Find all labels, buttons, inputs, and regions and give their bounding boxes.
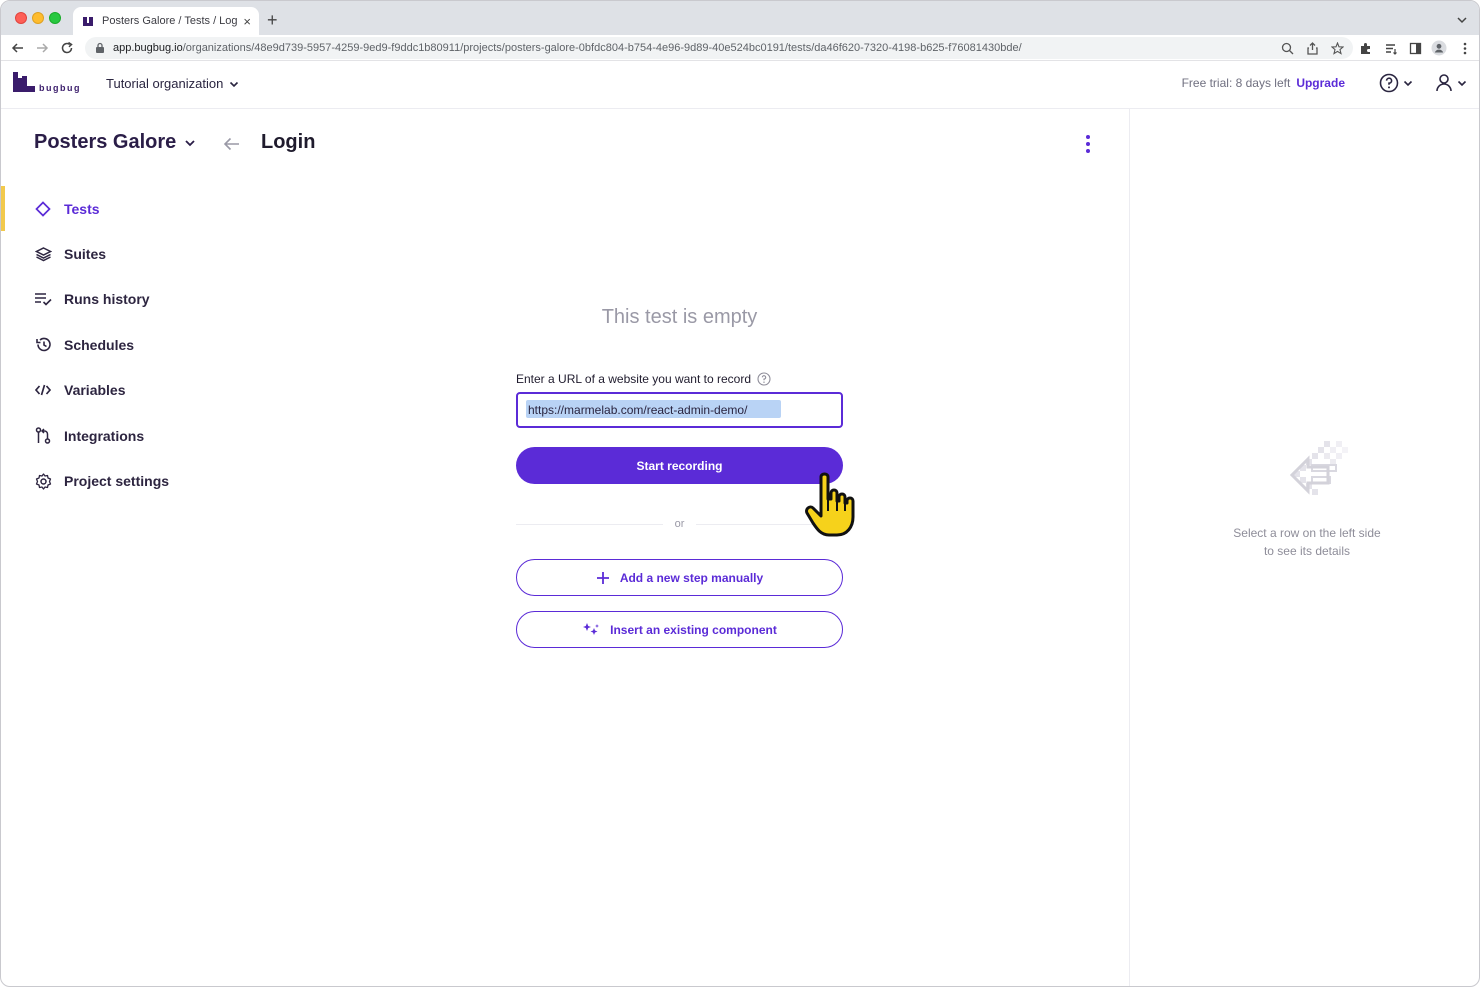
sidebar-item-label: Project settings: [64, 473, 170, 490]
gear-icon: [34, 472, 52, 490]
or-divider: or: [516, 515, 843, 533]
page-title: Login: [261, 131, 316, 153]
lock-icon: [95, 42, 105, 54]
sidebar-nav: Tests Suites Runs history Schedules Vari…: [1, 186, 221, 504]
browser-window: Posters Galore / Tests / Login · × + app…: [0, 0, 1480, 987]
close-tab-icon[interactable]: ×: [243, 15, 251, 28]
empty-state-title: This test is empty: [601, 306, 758, 328]
sidebar-item-project-settings[interactable]: Project settings: [1, 458, 221, 503]
hand-pointer-cursor-icon: [805, 472, 855, 537]
new-tab-button[interactable]: +: [267, 11, 278, 29]
sidebar-item-label: Runs history: [64, 291, 150, 308]
chevron-down-icon: [1403, 80, 1413, 87]
tab-search-chevron-icon[interactable]: [1457, 12, 1467, 24]
chevron-down-icon: [1457, 80, 1467, 87]
insert-component-button[interactable]: Insert an existing component: [516, 611, 843, 648]
details-hint-line1: Select a row on the left side: [1233, 526, 1381, 540]
sidebar-item-integrations[interactable]: Integrations: [1, 413, 221, 458]
sparkle-component-icon: [583, 622, 600, 635]
url-path: /organizations/48e9d739-5957-4259-9ed9-f…: [182, 42, 1022, 54]
organization-switcher[interactable]: Tutorial organization: [106, 76, 239, 91]
close-window-button[interactable]: [15, 12, 27, 24]
reading-list-icon[interactable]: [1383, 40, 1399, 56]
diamond-icon: [34, 200, 52, 218]
browser-toolbar: app.bugbug.io/organizations/48e9d739-595…: [1, 35, 1479, 61]
help-menu-button[interactable]: [1379, 73, 1413, 93]
zoom-icon[interactable]: [1279, 40, 1295, 56]
app-header: bugbug Tutorial organization Free trial:…: [1, 61, 1479, 109]
bugbug-favicon-icon: [83, 15, 95, 27]
bookmark-star-icon[interactable]: [1329, 40, 1345, 56]
forward-icon[interactable]: [34, 40, 50, 56]
sidebar-item-label: Integrations: [64, 427, 145, 444]
minimize-window-button[interactable]: [32, 12, 44, 24]
details-panel: Select a row on the left side to see its…: [1129, 109, 1479, 986]
start-recording-button[interactable]: Start recording: [516, 447, 843, 484]
more-options-icon[interactable]: [1079, 133, 1097, 155]
layers-icon: [34, 245, 52, 263]
url-label-text: Enter a URL of a website you want to rec…: [516, 372, 752, 386]
browser-tab-strip: Posters Galore / Tests / Login · × +: [1, 1, 1479, 35]
side-panel-icon[interactable]: [1407, 40, 1423, 56]
sidebar-item-label: Schedules: [64, 336, 135, 353]
trial-text: Free trial: 8 days left: [1181, 76, 1291, 90]
browser-tab[interactable]: Posters Galore / Tests / Login · ×: [73, 7, 259, 35]
sidebar-item-suites[interactable]: Suites: [1, 231, 221, 276]
list-check-icon: [34, 290, 52, 308]
logo-text: bugbug: [39, 83, 81, 93]
url-field-label: Enter a URL of a website you want to rec…: [516, 372, 771, 386]
history-clock-icon: [34, 336, 52, 354]
git-branch-icon: [34, 427, 52, 445]
url-text: app.bugbug.io/organizations/48e9d739-595…: [113, 42, 1022, 54]
bugbug-logo-icon: [13, 72, 35, 92]
sidebar-item-label: Tests: [64, 200, 100, 217]
sidebar-item-runs-history[interactable]: Runs history: [1, 277, 221, 322]
user-icon: [1436, 74, 1452, 92]
add-step-manually-button[interactable]: Add a new step manually: [516, 559, 843, 596]
sidebar-item-label: Suites: [64, 246, 107, 263]
browser-menu-icon[interactable]: [1457, 40, 1473, 56]
maximize-window-button[interactable]: [49, 12, 61, 24]
record-url-input[interactable]: [516, 392, 843, 428]
insert-component-label: Insert an existing component: [610, 622, 777, 637]
bugbug-logo[interactable]: bugbug: [13, 72, 81, 94]
sidebar-item-schedules[interactable]: Schedules: [1, 322, 221, 367]
help-circle-icon[interactable]: [757, 372, 771, 386]
divider-line: [516, 523, 663, 525]
help-circle-icon: [1379, 73, 1399, 93]
reload-icon[interactable]: [59, 40, 75, 56]
add-step-label: Add a new step manually: [619, 570, 764, 585]
code-icon: [34, 381, 52, 399]
project-name: Posters Galore: [34, 131, 177, 153]
organization-name: Tutorial organization: [106, 76, 224, 91]
share-icon[interactable]: [1304, 40, 1320, 56]
back-icon[interactable]: [10, 40, 26, 56]
browser-profile-icon[interactable]: [1431, 40, 1447, 56]
extensions-puzzle-icon[interactable]: [1357, 40, 1373, 56]
user-menu-button[interactable]: [1435, 73, 1467, 93]
project-switcher[interactable]: Posters Galore: [34, 131, 196, 154]
chevron-down-icon: [230, 81, 239, 87]
address-bar[interactable]: app.bugbug.io/organizations/48e9d739-595…: [85, 37, 1353, 59]
url-domain: app.bugbug.io: [113, 42, 183, 54]
trial-status: Free trial: 8 days left Upgrade: [1182, 76, 1345, 90]
plus-icon: [596, 571, 609, 584]
or-text: or: [674, 518, 685, 530]
chevron-down-icon: [185, 139, 195, 146]
details-hint-line2: to see its details: [1263, 544, 1351, 558]
upgrade-link[interactable]: Upgrade: [1296, 76, 1345, 90]
sidebar-item-variables[interactable]: Variables: [1, 368, 221, 413]
back-arrow-icon[interactable]: [222, 134, 242, 154]
sidebar-item-tests[interactable]: Tests: [1, 186, 221, 232]
pixel-arrow-left-icon: [1289, 441, 1348, 495]
details-hint: Select a row on the left side to see its…: [1192, 524, 1422, 560]
tab-title: Posters Galore / Tests / Login ·: [102, 15, 238, 27]
sidebar-item-label: Variables: [64, 382, 126, 399]
